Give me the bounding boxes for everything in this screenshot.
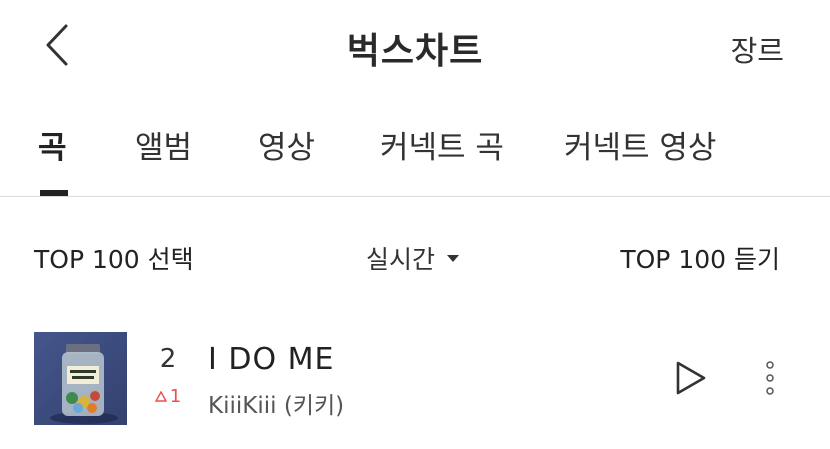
tab-bar: 곡 앨범 영상 커넥트 곡 커넥트 영상 [0, 112, 830, 197]
more-vertical-icon [766, 361, 774, 395]
artist-name[interactable]: KiiiKiii (키키) [208, 386, 344, 420]
listen-top100-button[interactable]: TOP 100 듣기 [620, 240, 780, 276]
active-tab-indicator [40, 190, 68, 196]
song-title[interactable]: I DO ME [208, 342, 334, 377]
album-cover[interactable] [34, 332, 127, 425]
album-art-image [34, 332, 127, 425]
rank-change-value: 1 [169, 386, 182, 407]
tab-connect-songs[interactable]: 커넥트 곡 [380, 122, 504, 167]
play-icon [676, 361, 706, 395]
rank-change: 1 [150, 386, 186, 407]
tab-videos[interactable]: 영상 [258, 122, 315, 167]
app-header: 벅스차트 장르 [0, 0, 830, 90]
tab-connect-videos[interactable]: 커넥트 영상 [564, 122, 716, 167]
select-top100-button[interactable]: TOP 100 선택 [34, 240, 194, 276]
more-options-button[interactable] [758, 358, 782, 398]
rank-up-icon [154, 391, 167, 402]
chart-controls: TOP 100 선택 실시간 TOP 100 듣기 [0, 240, 830, 280]
list-item[interactable]: 2 1 I DO ME KiiiKiii (키키) [0, 330, 830, 428]
sort-dropdown[interactable]: 실시간 [366, 240, 460, 276]
sort-dropdown-label: 실시간 [366, 245, 436, 274]
tab-songs[interactable]: 곡 [38, 122, 67, 167]
caret-down-icon [447, 254, 460, 262]
play-button[interactable] [670, 358, 710, 398]
page-title: 벅스차트 [346, 31, 484, 72]
tab-albums[interactable]: 앨범 [135, 122, 192, 167]
rank-number: 2 [159, 344, 177, 374]
genre-button[interactable]: 장르 [731, 28, 784, 70]
